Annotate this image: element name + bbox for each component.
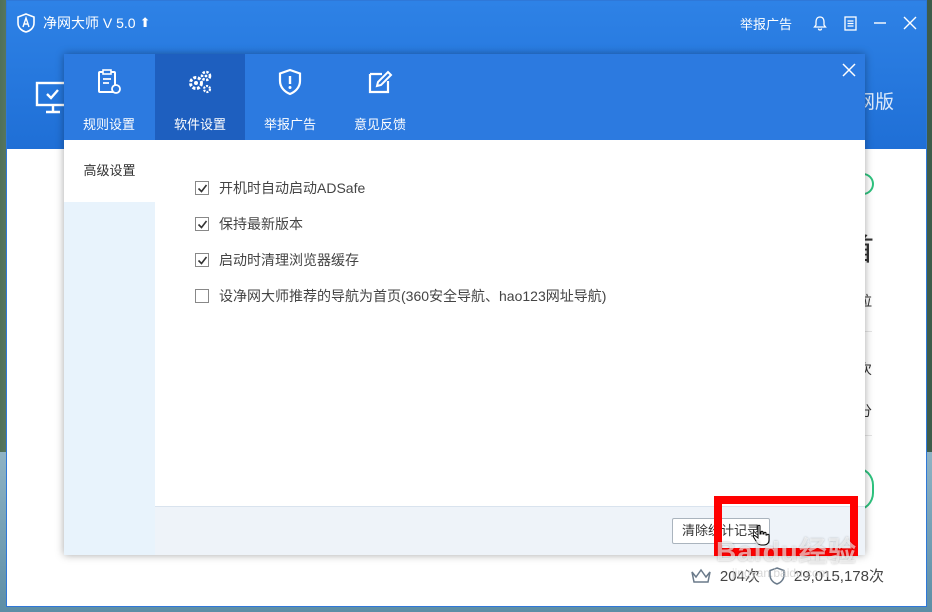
gears-icon [189,70,212,94]
option-label: 保持最新版本 [219,216,303,232]
app-logo-icon [17,13,35,33]
settings-tab-bar: 规则设置 软件设置 举报广告 意见反馈 [64,54,865,140]
option-clear-cache[interactable]: 启动时清理浏览器缓存 [195,250,359,270]
checkbox-unchecked[interactable] [195,289,209,303]
shield-alert-icon [278,68,302,96]
settings-side-nav: 高级设置 [64,140,155,555]
option-keep-updated[interactable]: 保持最新版本 [195,214,303,234]
close-window-icon[interactable] [902,15,918,31]
update-arrow-icon[interactable]: ⬆ [140,15,151,31]
log-icon[interactable] [842,15,858,31]
app-title: 净网大师 V 5.0 [43,15,136,31]
app-titlebar: 净网大师 V 5.0 ⬆ 举报广告 [7,1,926,45]
checkbox-checked[interactable] [195,181,209,195]
tab-software-settings[interactable]: 软件设置 [155,54,245,140]
tab-label: 规则设置 [82,117,135,132]
nav-advanced-settings[interactable]: 高级设置 [64,140,155,202]
option-label: 设净网大师推荐的导航为首页(360安全导航、hao123网址导航) [219,288,607,304]
watermark: Baidu经验 [716,536,857,567]
tab-label: 举报广告 [263,117,316,132]
minimize-icon[interactable] [872,15,888,31]
checkbox-checked[interactable] [195,217,209,231]
tab-label: 软件设置 [173,117,226,132]
settings-dialog: 规则设置 软件设置 举报广告 意见反馈 高级设置 开机时自动启动ADSafe 保… [64,54,865,555]
bell-icon[interactable] [812,15,828,31]
edit-icon [368,70,393,94]
close-dialog-icon[interactable] [841,62,857,78]
tab-feedback[interactable]: 意见反馈 [335,54,425,140]
settings-content: 开机时自动启动ADSafe 保持最新版本 启动时清理浏览器缓存 设净网大师推荐的… [155,140,865,506]
tab-rule-settings[interactable]: 规则设置 [64,54,154,140]
tab-label: 意见反馈 [353,117,406,132]
report-ads-link[interactable]: 举报广告 [740,14,792,33]
option-set-homepage[interactable]: 设净网大师推荐的导航为首页(360安全导航、hao123网址导航) [195,286,606,306]
checkbox-checked[interactable] [195,253,209,267]
titlebar-controls: 举报广告 [740,1,918,45]
option-label: 开机时自动启动ADSafe [219,180,366,196]
option-label: 启动时清理浏览器缓存 [219,252,359,268]
tab-report-ads[interactable]: 举报广告 [245,54,335,140]
clipboard-settings-icon [98,69,121,94]
option-autostart[interactable]: 开机时自动启动ADSafe [195,178,365,198]
watermark-url: jingyan.baidu.com [732,566,829,580]
crown-icon [691,568,711,583]
